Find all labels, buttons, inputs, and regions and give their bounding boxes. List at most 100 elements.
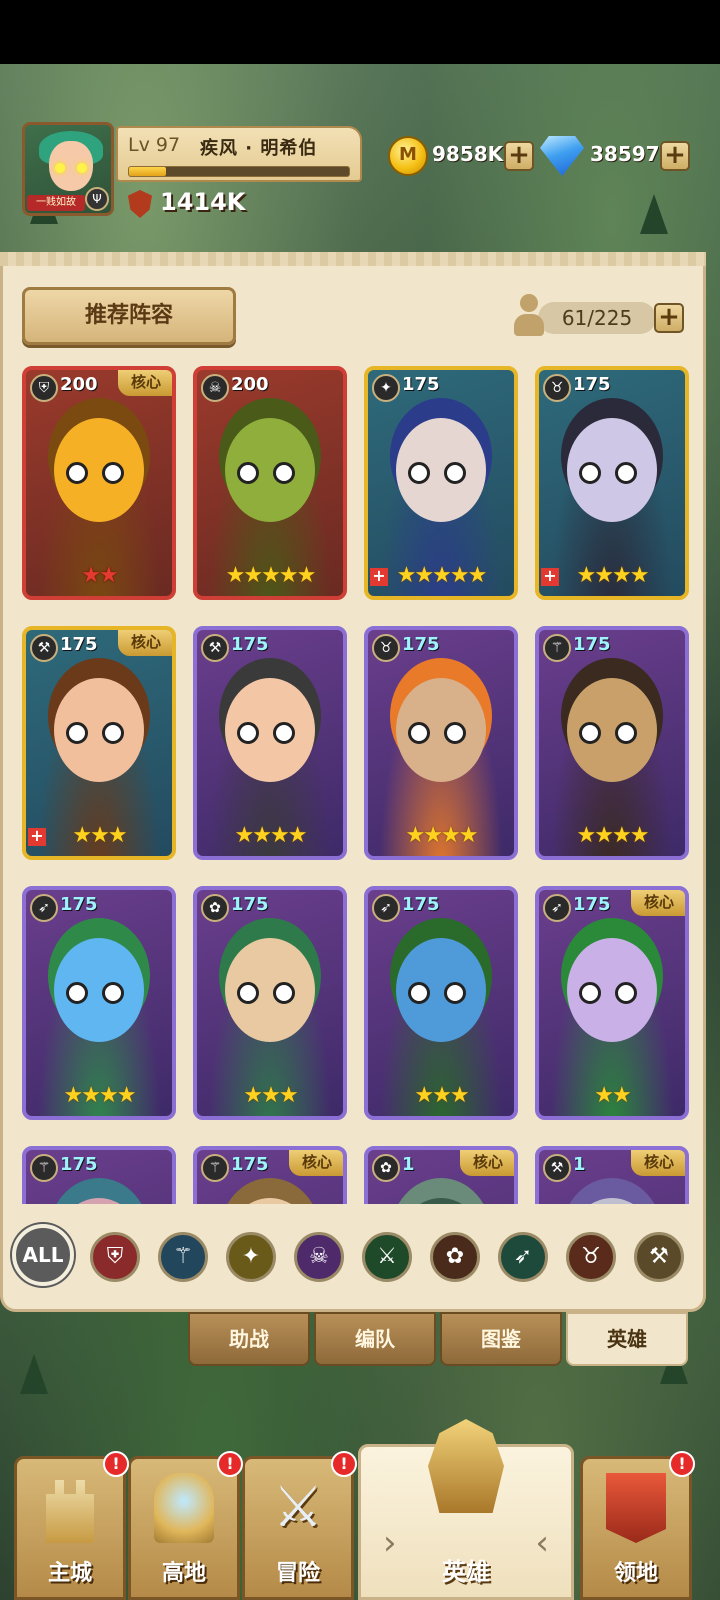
castle-icon: [46, 1480, 94, 1543]
gold-coin-icon: M: [388, 136, 428, 176]
hero-card[interactable]: ✦ 175 ★★★★★ +: [364, 366, 518, 600]
star-icon: ★: [423, 823, 443, 848]
star-icon: ★: [116, 1083, 137, 1108]
paw-class-icon: ✿: [201, 894, 229, 922]
hero-eye: [579, 982, 601, 1004]
hero-card[interactable]: ⚒ 175 ★★★★: [193, 626, 347, 860]
hero-card[interactable]: ☠ 200 ★★★★★: [193, 366, 347, 600]
star-icon: ★: [243, 1083, 263, 1108]
bow-icon[interactable]: ➶: [498, 1232, 548, 1282]
hero-card[interactable]: ⚒ 175 核心 ★★★ +: [22, 626, 176, 860]
player-name-plate[interactable]: Lv 97 疾风 · 明希伯: [116, 126, 362, 182]
hero-card[interactable]: ➶ 175 ★★★★: [22, 886, 176, 1120]
core-hero-tag: 核心: [118, 370, 172, 396]
alert-badge: !: [217, 1451, 243, 1477]
hero-card[interactable]: ➶ 175 核心 ★★: [535, 886, 689, 1120]
hero-level: 175: [402, 374, 440, 395]
recommended-lineup-button[interactable]: 推荐阵容: [22, 287, 236, 345]
nav-main-city[interactable]: ! 主城: [14, 1451, 129, 1600]
core-hero-tag: 核心: [118, 630, 172, 656]
gold-amount: 9858K: [432, 142, 504, 166]
hero-eye: [66, 982, 88, 1004]
core-hero-tag: 核心: [631, 1150, 685, 1176]
tab-formation[interactable]: 编队: [314, 1312, 436, 1366]
filter-all-button[interactable]: ALL: [12, 1224, 74, 1286]
hero-card[interactable]: ♉ 175 ★★★★: [364, 626, 518, 860]
hero-card[interactable]: ⚚ 175: [22, 1146, 176, 1204]
combat-power: 1414K: [160, 188, 246, 216]
add-diamond-button[interactable]: +: [660, 141, 690, 171]
tab-support[interactable]: 助战: [188, 1312, 310, 1366]
tab-codex[interactable]: 图鉴: [440, 1312, 562, 1366]
star-icon: ★: [414, 1083, 434, 1108]
crossed-swords-icon[interactable]: ⚔: [362, 1232, 412, 1282]
star-icon: ★: [458, 823, 479, 848]
hero-star-rating: ★★: [539, 1083, 685, 1108]
star-icon: ★: [594, 823, 614, 848]
guild-badge-icon: Ψ: [85, 187, 109, 211]
star-icon: ★: [107, 823, 128, 848]
hero-card[interactable]: ⚚ 175 核心: [193, 1146, 347, 1204]
hero-card[interactable]: ♉ 175 ★★★★ +: [535, 366, 689, 600]
add-gold-button[interactable]: +: [504, 141, 534, 171]
hero-eye: [237, 462, 259, 484]
star-icon: ★: [432, 1083, 452, 1108]
horn-class-icon: ♉: [543, 374, 571, 402]
nav-label: 高地: [161, 1561, 206, 1586]
hero-card[interactable]: ⛨ 200 核心 ★★: [22, 366, 176, 600]
hero-card[interactable]: ➶ 175 ★★★: [364, 886, 518, 1120]
hero-eye: [408, 722, 430, 744]
hero-level: 175: [231, 1154, 269, 1175]
horn-icon[interactable]: ♉: [566, 1232, 616, 1282]
hero-card[interactable]: ✿ 1 核心: [364, 1146, 518, 1204]
axe-icon[interactable]: ⚒: [634, 1232, 684, 1282]
bow-class-icon: ➶: [30, 894, 58, 922]
panel-border-strip: [0, 252, 706, 266]
nav-territory[interactable]: ! 领地: [580, 1451, 695, 1600]
bottom-navigation: ! 主城 ! 高地 ⚔ ! 冒险 › ‹ 英雄 ! 领地: [0, 1419, 720, 1600]
nav-label: 冒险: [275, 1561, 320, 1586]
hero-star-rating: ★★★★: [539, 823, 685, 848]
hero-eye: [444, 982, 466, 1004]
star-icon: ★: [278, 563, 299, 588]
hero-eye: [408, 462, 430, 484]
hero-card[interactable]: ⚚ 175 ★★★★: [535, 626, 689, 860]
altar-icon: [154, 1473, 214, 1543]
star-icon: ★: [81, 1083, 101, 1108]
hero-head: [567, 1198, 657, 1204]
shield-icon[interactable]: ⛨: [90, 1232, 140, 1282]
hero-level: 175: [231, 634, 269, 655]
player-name: 疾风 · 明希伯: [200, 138, 318, 159]
star-icon: ★: [225, 563, 246, 588]
hero-eye: [579, 462, 601, 484]
star-icon: ★: [63, 1083, 84, 1108]
star-icon: ★: [629, 823, 650, 848]
bow-class-icon: ➶: [543, 894, 571, 922]
paladin-icon[interactable]: ✦: [226, 1232, 276, 1282]
hero-card[interactable]: ✿ 175 ★★★: [193, 886, 347, 1120]
expand-capacity-button[interactable]: +: [654, 303, 684, 333]
crossed-swords-icon: ⚔: [272, 1475, 324, 1540]
hero-level: 175: [60, 894, 98, 915]
star-icon: ★: [72, 823, 92, 848]
staff-icon[interactable]: ⚚: [158, 1232, 208, 1282]
hero-level: 175: [573, 374, 611, 395]
nav-highland[interactable]: ! 高地: [128, 1451, 243, 1600]
hero-star-rating: ★★★: [368, 1083, 514, 1108]
player-avatar[interactable]: 一贱如故 Ψ: [22, 122, 114, 216]
hero-eye: [66, 722, 88, 744]
skull-icon[interactable]: ☠: [294, 1232, 344, 1282]
hero-level: 175: [60, 634, 98, 655]
star-icon: ★: [405, 823, 426, 848]
exp-bar: [128, 166, 350, 177]
hero-eye: [102, 462, 124, 484]
hero-grid[interactable]: ⛨ 200 核心 ★★ ☠ 200 ★★★★★ ✦ 175 ★★★★★ + ♉ 175 ★★★★ + ⚒ 175…: [22, 366, 692, 1204]
tab-heroes[interactable]: 英雄: [566, 1312, 688, 1366]
nav-heroes[interactable]: › ‹ 英雄: [358, 1419, 574, 1600]
star-icon: ★: [99, 1083, 119, 1108]
star-icon: ★: [449, 1083, 470, 1108]
nav-adventure[interactable]: ⚔ ! 冒险: [242, 1451, 357, 1600]
paw-icon[interactable]: ✿: [430, 1232, 480, 1282]
star-icon: ★: [296, 563, 317, 588]
hero-card[interactable]: ⚒ 1 核心: [535, 1146, 689, 1204]
